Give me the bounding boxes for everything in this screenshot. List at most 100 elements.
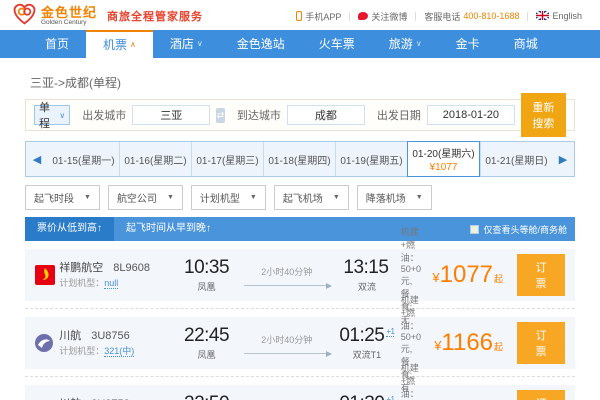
flight-list: 川航3U8756 计划机型：321(中) 22:45 凤凰 2小时40分钟 01… (25, 317, 575, 377)
uk-flag-icon (536, 11, 549, 22)
flight-row-3U8756: 川航3U8756 计划机型：321(中) 22:45 凤凰 2小时40分钟 01… (25, 317, 575, 369)
date-tab-0118[interactable]: 01-18(星期四) (263, 142, 335, 176)
nav-label: 金色逸站 (237, 30, 285, 58)
divider (25, 376, 575, 377)
aircraft-type-link[interactable]: 321(中) (104, 346, 134, 357)
hotline: 客服电话 400-810-1688 (416, 10, 527, 23)
departure-time: 22:50 (177, 393, 237, 400)
flight-row-8L9608: 祥鹏航空8L9608 计划机型：null 10:35 凤凰 2小时40分钟 13… (25, 249, 575, 301)
caret-up-icon: ∧ (130, 32, 136, 58)
price-amount: 1166 (441, 331, 493, 355)
search-again-button[interactable]: 重新搜索 (521, 93, 566, 137)
dropdown-arrow-icon: ▼ (250, 194, 257, 201)
date-tab-0117[interactable]: 01-17(星期三) (191, 142, 263, 176)
date-tab-label: 01-15(星期一) (52, 152, 114, 167)
prev-dates-arrow-icon[interactable]: ◀ (26, 142, 48, 176)
next-dates-arrow-icon[interactable]: ▶ (552, 142, 574, 176)
filter-label: 计划机型 (200, 190, 240, 205)
aircraft-label: 计划机型： (59, 278, 104, 288)
top-header: 金色世纪 Golden Century 商旅全程管家服务 手机APP 关注微博 … (0, 0, 600, 30)
english-link[interactable]: English (528, 11, 590, 22)
lucky-air-logo (35, 265, 59, 285)
departure-time: 10:35 (177, 257, 237, 279)
nav-item-mall[interactable]: 商城 (497, 30, 555, 58)
price-suffix: 起 (494, 272, 503, 285)
arrival-airport: 双流T1 (337, 348, 397, 361)
filter-aircraft[interactable]: 计划机型 ▼ (191, 185, 266, 210)
date-tab-0116[interactable]: 01-16(星期二) (119, 142, 191, 176)
aircraft-type-link[interactable]: null (104, 278, 118, 289)
price: ¥1166起 (421, 331, 503, 355)
filter-label: 降落机场 (366, 190, 406, 205)
sort-by-price[interactable]: 票价从低到高↑ (25, 217, 114, 241)
chevron-down-icon: ∨ (59, 111, 65, 120)
date-strip: ◀ 01-15(星期一) 01-16(星期二) 01-17(星期三) 01-18… (25, 141, 575, 177)
phone-icon (296, 11, 302, 21)
next-day-badge: +1 (386, 395, 394, 400)
nav-item-card[interactable]: 金卡 (439, 30, 497, 58)
price-suffix: 起 (494, 340, 503, 353)
nav-label: 首页 (45, 30, 69, 58)
swap-cities-icon[interactable]: ⇄ (216, 108, 225, 123)
date-tab-0121[interactable]: 01-21(星期日) (480, 142, 552, 176)
nav-item-lounge[interactable]: 金色逸站 (220, 30, 302, 58)
flight-number: 3U8756 (91, 330, 130, 342)
date-tab-label: 01-20(星期六) (412, 145, 474, 160)
filter-airline[interactable]: 航空公司 ▼ (108, 185, 183, 210)
date-tab-label: 01-21(星期日) (485, 152, 547, 167)
caret-down-icon: ∨ (197, 30, 203, 58)
flight-row-3U8758: 川航3U8758 计划机型：33B(大) 22:50 凤凰 2小时40分钟 01… (25, 385, 575, 400)
depart-city-input[interactable] (132, 105, 210, 125)
filter-label: 起飞机场 (283, 190, 323, 205)
nav-item-flights[interactable]: 机票 ∧ (86, 30, 153, 58)
depart-city-label: 出发城市 (82, 107, 126, 123)
checkbox-icon (470, 225, 479, 234)
book-button[interactable]: 订票 (517, 254, 565, 296)
airline-name: 祥鹏航空 (59, 262, 103, 274)
book-button[interactable]: 订票 (517, 390, 565, 400)
top-links: 手机APP 关注微博 客服电话 400-810-1688 (288, 10, 590, 23)
filter-arrival-airport[interactable]: 降落机场 ▼ (357, 185, 432, 210)
english-label: English (552, 11, 582, 21)
premium-cabin-label: 仅查看头等舱/商务舱 (483, 223, 567, 236)
nav-item-train[interactable]: 火车票 (302, 30, 372, 58)
filter-departure-time[interactable]: 起飞时段 ▼ (25, 185, 100, 210)
heart-logo-icon (12, 3, 37, 30)
sort-by-time[interactable]: 起飞时间从早到晚↑ (114, 217, 223, 241)
mobile-app-label: 手机APP (305, 10, 341, 23)
brand-logo[interactable]: 金色世纪 Golden Century 商旅全程管家服务 (12, 3, 203, 30)
price-amount: 1077 (440, 263, 493, 287)
date-tab-0115[interactable]: 01-15(星期一) (48, 142, 119, 176)
date-tab-0120-selected[interactable]: 01-20(星期六) ¥1077 (407, 141, 480, 177)
weibo-link[interactable]: 关注微博 (350, 10, 415, 23)
date-tab-label: 01-19(星期五) (340, 152, 402, 167)
arrive-city-input[interactable] (287, 105, 365, 125)
date-tab-0119[interactable]: 01-19(星期五) (335, 142, 407, 176)
dropdown-arrow-icon: ▼ (84, 194, 91, 201)
premium-cabin-filter[interactable]: 仅查看头等舱/商务舱 (470, 223, 575, 236)
fees-and-meal: 机建+燃油： 50+0元,餐食:有 (397, 361, 421, 400)
nav-item-home[interactable]: 首页 (28, 30, 86, 58)
mobile-app-link[interactable]: 手机APP (288, 10, 349, 23)
nav-item-hotel[interactable]: 酒店 ∨ (153, 30, 220, 58)
depart-date-input[interactable] (427, 105, 515, 125)
logo-en: Golden Century (41, 20, 97, 27)
caret-down-icon: ∨ (416, 30, 422, 58)
departure-airport: 凤凰 (177, 280, 237, 293)
date-tab-label: 01-16(星期二) (124, 152, 186, 167)
arrival-time: 01:25+1 (337, 325, 397, 347)
filter-departure-airport[interactable]: 起飞机场 ▼ (274, 185, 349, 210)
book-button[interactable]: 订票 (517, 322, 565, 364)
arrive-city-label: 到达城市 (237, 107, 281, 123)
departure-time: 22:45 (177, 325, 237, 347)
arrival-time: 01:30+1 (337, 393, 397, 400)
flight-list: 川航3U8758 计划机型：33B(大) 22:50 凤凰 2小时40分钟 01… (25, 385, 575, 400)
flight-duration: 2小时40分钟 (236, 265, 337, 278)
sichuan-airlines-logo (35, 334, 59, 352)
flight-number: 8L9608 (113, 262, 150, 274)
nav-item-travel[interactable]: 旅游 ∨ (372, 30, 439, 58)
flight-arrow-icon (244, 281, 330, 286)
divider (25, 308, 575, 309)
trip-type-select[interactable]: 单程 ∨ (34, 105, 70, 125)
depart-date-label: 出发日期 (377, 107, 421, 123)
